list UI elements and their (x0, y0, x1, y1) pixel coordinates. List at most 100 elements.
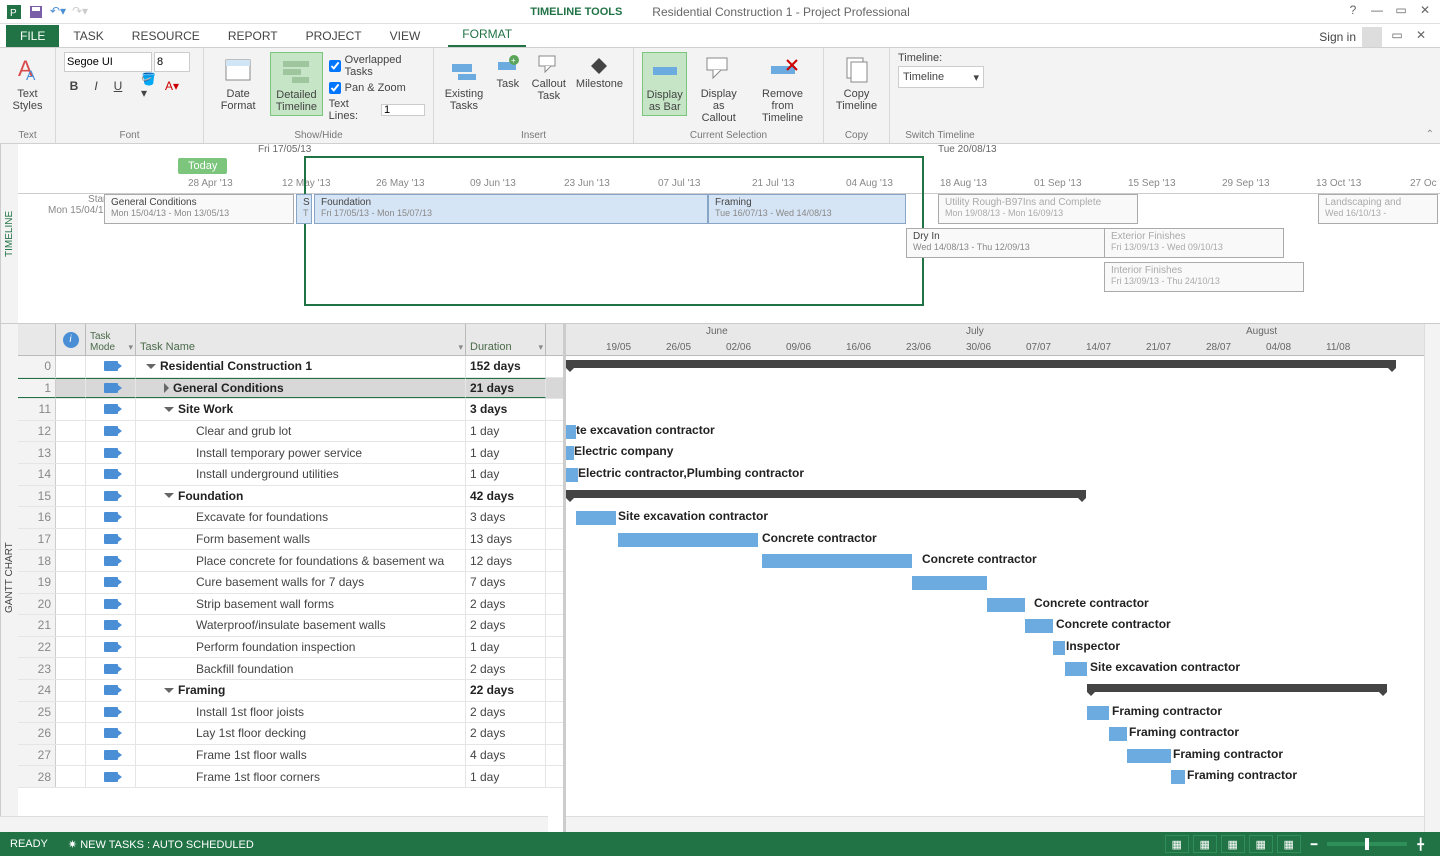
doc-restore-icon[interactable]: ▭ (1388, 28, 1406, 46)
tab-report[interactable]: REPORT (214, 25, 292, 47)
zoom-in[interactable]: ╋ (1411, 838, 1430, 851)
zoom-out[interactable]: ━ (1305, 838, 1324, 851)
gantt-bar[interactable] (566, 490, 1086, 498)
table-row[interactable]: 17Form basement walls13 days (18, 529, 563, 551)
gantt-bar[interactable] (1087, 706, 1109, 720)
gantt-bar[interactable] (576, 511, 616, 525)
table-row[interactable]: 16Excavate for foundations3 days (18, 507, 563, 529)
view-2[interactable]: ▦ (1193, 835, 1217, 853)
tab-project[interactable]: PROJECT (292, 25, 376, 47)
font-size-combo[interactable] (154, 52, 190, 72)
gantt-bar[interactable] (1065, 662, 1087, 676)
gantt-bar[interactable] (566, 446, 574, 460)
sign-in-link[interactable]: Sign in (1319, 30, 1356, 44)
restore-icon[interactable]: ▭ (1392, 3, 1410, 21)
tab-view[interactable]: VIEW (376, 25, 435, 47)
duration-col[interactable]: Duration▾ (466, 324, 546, 355)
table-row[interactable]: 13Install temporary power service1 day (18, 442, 563, 464)
view-4[interactable]: ▦ (1249, 835, 1273, 853)
gantt-bar[interactable] (566, 425, 576, 439)
font-name-combo[interactable] (64, 52, 152, 72)
text-lines-input[interactable] (381, 104, 425, 116)
file-tab[interactable]: FILE (6, 25, 59, 47)
gantt-bar[interactable] (1025, 619, 1053, 633)
table-row[interactable]: 1General Conditions21 days (18, 378, 563, 400)
gantt-bar[interactable] (1053, 641, 1065, 655)
bold-button[interactable]: B (64, 76, 84, 96)
gantt-bar[interactable] (618, 533, 758, 547)
row-header-col[interactable] (18, 324, 56, 355)
table-row[interactable]: 18Place concrete for foundations & basem… (18, 550, 563, 572)
table-row[interactable]: 25Install 1st floor joists2 days (18, 702, 563, 724)
date-format-button[interactable]: Date Format (212, 52, 264, 114)
user-icon[interactable] (1362, 27, 1382, 47)
view-3[interactable]: ▦ (1221, 835, 1245, 853)
close-icon[interactable]: ✕ (1416, 3, 1434, 21)
help-icon[interactable]: ? (1344, 3, 1362, 21)
table-row[interactable]: 0Residential Construction 1152 days (18, 356, 563, 378)
table-row[interactable]: 20Strip basement wall forms2 days (18, 594, 563, 616)
table-row[interactable]: 27Frame 1st floor walls4 days (18, 745, 563, 767)
insert-task-button[interactable]: +Task (492, 52, 524, 92)
task-mode-col[interactable]: Task Mode▾ (86, 324, 136, 355)
existing-tasks-button[interactable]: Existing Tasks (442, 52, 486, 114)
view-gantt[interactable]: ▦ (1165, 835, 1189, 853)
doc-close-icon[interactable]: ✕ (1412, 28, 1430, 46)
underline-button[interactable]: U (108, 76, 128, 96)
pan-zoom-checkbox[interactable]: Pan & Zoom (329, 82, 425, 94)
gantt-bar[interactable] (566, 468, 578, 482)
gantt-bar[interactable] (1171, 770, 1185, 784)
gantt-bar[interactable] (1109, 727, 1127, 741)
italic-button[interactable]: I (86, 76, 106, 96)
timeline-bar[interactable]: Exterior FinishesFri 13/09/13 - Wed 09/1… (1104, 228, 1284, 258)
timeline-select[interactable]: Timeline▾ (898, 66, 984, 88)
fill-color-button[interactable]: 🪣▾ (140, 76, 160, 96)
timeline-bar[interactable]: Interior FinishesFri 13/09/13 - Thu 24/1… (1104, 262, 1304, 292)
gantt-bar[interactable] (566, 360, 1396, 368)
tab-format[interactable]: FORMAT (448, 23, 526, 47)
timeline-bar[interactable]: FramingTue 16/07/13 - Wed 14/08/13 (708, 194, 906, 224)
table-row[interactable]: 26Lay 1st floor decking2 days (18, 723, 563, 745)
copy-timeline-button[interactable]: Copy Timeline (832, 52, 881, 114)
gantt-bar[interactable] (762, 554, 912, 568)
timeline-bar[interactable]: Dry InWed 14/08/13 - Thu 12/09/13 (906, 228, 1106, 258)
table-row[interactable]: 21Waterproof/insulate basement walls2 da… (18, 615, 563, 637)
timeline-bar[interactable]: ST (296, 194, 312, 224)
display-as-callout-button[interactable]: Display as Callout (693, 52, 744, 126)
gantt-bar[interactable] (1087, 684, 1387, 692)
vscroll[interactable] (1424, 324, 1440, 832)
timeline-bar[interactable]: FoundationFri 17/05/13 - Mon 15/07/13 (314, 194, 708, 224)
table-row[interactable]: 19Cure basement walls for 7 days7 days (18, 572, 563, 594)
redo-icon[interactable]: ↷▾ (72, 4, 88, 20)
tab-task[interactable]: TASK (59, 25, 117, 47)
gantt-bar[interactable] (912, 576, 987, 590)
tab-resource[interactable]: RESOURCE (118, 25, 214, 47)
display-as-bar-button[interactable]: Display as Bar (642, 52, 687, 116)
text-styles-button[interactable]: AAText Styles (8, 52, 47, 114)
gantt-chart[interactable]: JuneJulyAugust19/0526/0502/0609/0616/062… (566, 324, 1440, 832)
table-row[interactable]: 14Install underground utilities1 day (18, 464, 563, 486)
timeline-bar[interactable]: Landscaping andWed 16/10/13 - (1318, 194, 1438, 224)
collapse-ribbon-icon[interactable]: ⌃ (1426, 129, 1434, 140)
view-5[interactable]: ▦ (1277, 835, 1301, 853)
info-col[interactable]: i (56, 324, 86, 355)
table-row[interactable]: 22Perform foundation inspection1 day (18, 637, 563, 659)
undo-icon[interactable]: ↶▾ (50, 4, 66, 20)
table-row[interactable]: 28Frame 1st floor corners1 day (18, 766, 563, 788)
overlapped-tasks-checkbox[interactable]: Overlapped Tasks (329, 54, 425, 78)
callout-task-button[interactable]: Callout Task (530, 52, 568, 104)
gantt-bar[interactable] (1127, 749, 1171, 763)
table-row[interactable]: 12Clear and grub lot1 day (18, 421, 563, 443)
minimize-icon[interactable]: — (1368, 3, 1386, 21)
zoom-slider[interactable] (1327, 842, 1407, 846)
save-icon[interactable] (28, 4, 44, 20)
table-row[interactable]: 15Foundation42 days (18, 486, 563, 508)
table-hscroll[interactable] (0, 816, 548, 832)
chart-hscroll[interactable] (566, 816, 1424, 832)
gantt-bar[interactable] (987, 598, 1025, 612)
milestone-button[interactable]: Milestone (574, 52, 625, 92)
status-newtasks[interactable]: ✷ NEW TASKS : AUTO SCHEDULED (68, 838, 254, 851)
table-row[interactable]: 23Backfill foundation2 days (18, 658, 563, 680)
task-name-col[interactable]: Task Name▾ (136, 324, 466, 355)
font-color-button[interactable]: A▾ (162, 76, 182, 96)
